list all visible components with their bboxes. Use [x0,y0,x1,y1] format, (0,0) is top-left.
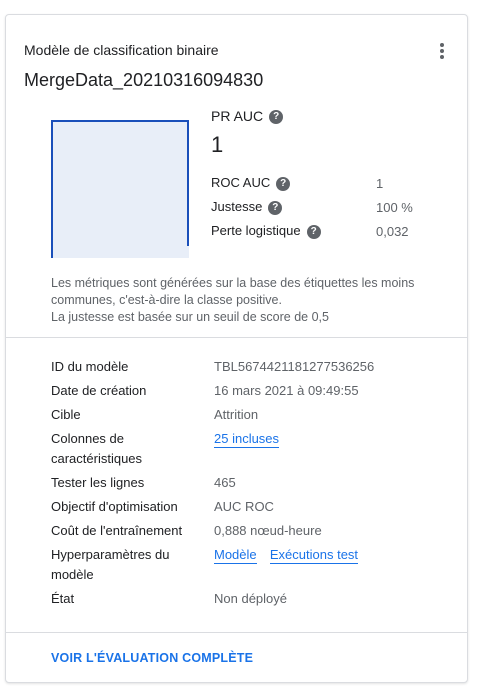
hyperparams-value: Modèle Exécutions test [214,545,359,565]
test-rows-value: 465 [214,475,236,490]
help-icon[interactable]: ? [269,110,284,125]
pr-auc-label: PR AUC? [211,108,284,125]
card-title: MergeData_20210316094830 [24,70,264,90]
trials-link[interactable]: Exécutions test [269,547,359,564]
target-label: Cible [51,407,81,422]
more-vert-icon[interactable] [436,43,448,63]
state-label: État [51,591,75,606]
cost-label: Coût de l'entraînement [51,523,183,538]
target-value: Attrition [214,407,259,422]
created-value: 16 mars 2021 à 09:49:55 [214,383,359,398]
pr-curve-right-line [187,120,189,246]
roc-auc-value: 1 [376,176,384,191]
roc-auc-label: ROC AUC? [211,175,291,191]
divider [6,337,467,338]
pr-auc-value: 1 [211,132,224,157]
model-card: Modèle de classification binaire MergeDa… [5,14,468,683]
features-link[interactable]: 25 incluses [214,431,280,448]
help-icon[interactable]: ? [268,200,283,215]
help-icon[interactable]: ? [306,224,321,239]
pr-auc-label-text: PR AUC [211,108,264,124]
metrics-note-line2: La justesse est basée sur un seuil de sc… [51,310,329,324]
cost-value: 0,888 nœud-heure [214,523,322,538]
model-id-value: TBL5674421181277536256 [214,359,375,374]
log-loss-label-text: Perte logistique [211,223,301,238]
pr-curve-top-line [51,120,189,122]
view-full-evaluation-link[interactable]: VOIR L'ÉVALUATION COMPLÈTE [51,651,253,665]
help-icon[interactable]: ? [276,176,291,191]
objective-value: AUC ROC [214,499,274,514]
state-value: Non déployé [214,591,287,606]
metrics-note-line1: Les métriques sont générées sur la base … [51,276,415,307]
log-loss-value: 0,032 [376,224,409,239]
created-label: Date de création [51,383,147,398]
justesse-value: 100 % [376,200,413,215]
model-link[interactable]: Modèle [214,547,257,564]
features-value: 25 incluses [214,429,280,449]
justesse-label-text: Justesse [211,199,263,214]
log-loss-label: Perte logistique? [211,223,321,239]
test-rows-label: Tester les lignes [51,475,145,490]
objective-label: Objectif d'optimisation [51,499,178,514]
pr-curve-chart [51,120,189,258]
model-id-label: ID du modèle [51,359,129,374]
divider [6,632,467,633]
metrics-note: Les métriques sont générées sur la base … [51,275,431,326]
pr-curve-left-line [51,120,53,258]
card-subtitle: Modèle de classification binaire [24,42,219,58]
justesse-label: Justesse? [211,199,283,215]
hyperparams-label: Hyperparamètres du modèle [51,547,170,582]
features-label: Colonnes de caractéristiques [51,431,143,466]
roc-auc-label-text: ROC AUC [211,175,271,190]
